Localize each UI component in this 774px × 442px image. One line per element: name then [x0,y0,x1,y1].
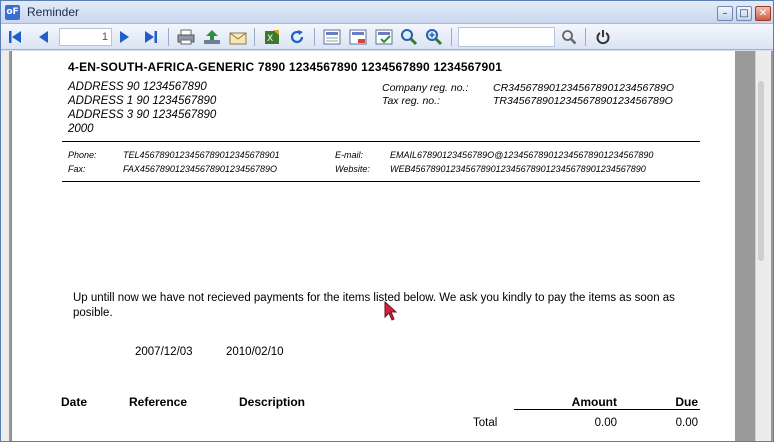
maximize-button[interactable]: □ [736,6,752,21]
column-reference: Reference [129,395,188,409]
toolbar: X [1,24,773,50]
viewer-gutter [1,51,9,441]
fax-label: Fax: [68,164,86,174]
document-date: 2007/12/03 [135,346,193,358]
tax-reg-label: Tax reg. no.: [382,95,440,107]
toolbar-separator [451,28,452,46]
report-viewer[interactable]: 4-EN-SOUTH-AFRICA-GENERIC 7890 123456789… [1,51,773,441]
email-icon[interactable] [228,27,248,47]
app-icon: oF [5,5,20,20]
address-line-3: ADDRESS 3 90 1234567890 [68,109,217,121]
columns-underline [514,409,700,410]
column-due: Due [675,395,698,409]
phone-label: Phone: [68,150,97,160]
svg-text:X: X [267,34,273,44]
website-value: WEB4567890123456789012345678901234567890… [390,164,646,174]
company-reg-label: Company reg. no.: [382,82,469,94]
phone-value: TEL4567890123456789012345678901 [123,150,280,160]
address-postcode: 2000 [68,123,94,135]
page-number-input[interactable] [59,28,112,46]
layout-icon[interactable] [322,27,342,47]
mouse-cursor-icon [384,301,398,321]
first-page-icon[interactable] [5,27,25,47]
checklist-icon[interactable] [374,27,394,47]
email-value: EMAIL67890123456789O@1234567890123456789… [390,150,654,160]
toolbar-separator [168,28,169,46]
zoom-in-icon[interactable] [424,27,444,47]
last-page-icon[interactable] [141,27,161,47]
print-icon[interactable] [176,27,196,47]
total-label: Total [473,417,498,429]
divider-top [62,141,700,142]
prev-page-icon[interactable] [33,27,53,47]
export-icon[interactable] [202,27,222,47]
fax-value: FAX45678901234567890123456789O [123,164,277,174]
due-date: 2010/02/10 [226,346,284,358]
layout-red-icon[interactable] [348,27,368,47]
report-page: 4-EN-SOUTH-AFRICA-GENERIC 7890 123456789… [11,51,735,441]
power-icon[interactable] [593,27,613,47]
zoom-icon[interactable] [399,27,419,47]
website-label: Website: [335,164,370,174]
toolbar-separator [314,28,315,46]
refresh-icon[interactable] [287,27,307,47]
window-title: Reminder [27,5,80,19]
column-amount: Amount [571,395,617,409]
column-date: Date [61,395,88,409]
total-due: 0.00 [675,417,698,429]
company-reg-value: CR345678901234567890123456789O [493,82,675,94]
total-amount: 0.00 [594,417,617,429]
next-page-icon[interactable] [115,27,135,47]
column-description: Description [239,395,306,409]
excel-icon[interactable]: X [262,27,282,47]
reminder-window: oF Reminder – □ ✕ X [0,0,774,442]
address-line-2: ADDRESS 1 90 1234567890 [68,95,217,107]
company-name: 4-EN-SOUTH-AFRICA-GENERIC 7890 123456789… [68,60,503,74]
address-line-1: ADDRESS 90 1234567890 [68,81,207,93]
toolbar-separator [254,28,255,46]
reminder-message: Up untill now we have not recieved payme… [73,292,675,319]
scrollbar-thumb[interactable] [758,81,764,261]
email-label: E-mail: [335,150,364,160]
divider-contacts [62,181,700,182]
toolbar-separator [585,28,586,46]
search-input[interactable] [458,27,555,47]
close-button[interactable]: ✕ [755,6,771,21]
title-bar: oF Reminder – □ ✕ [1,1,773,24]
tax-reg-value: TR345678901234567890123456789O [493,95,673,107]
minimize-button[interactable]: – [717,6,733,21]
search-icon[interactable] [559,27,579,47]
